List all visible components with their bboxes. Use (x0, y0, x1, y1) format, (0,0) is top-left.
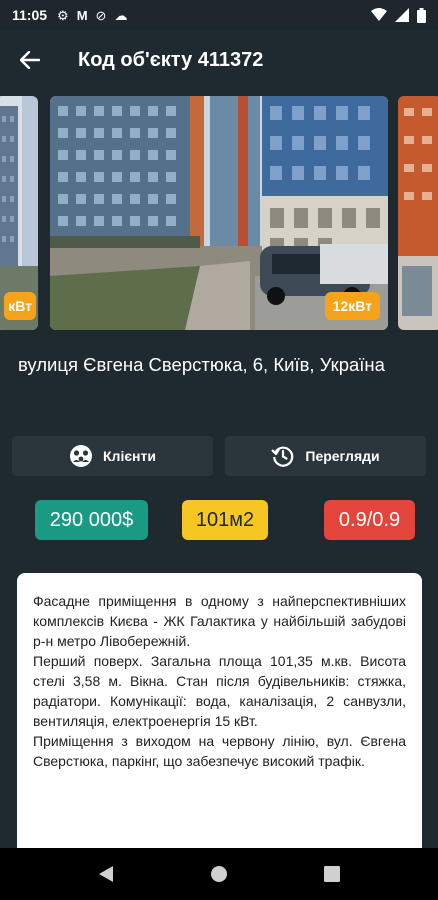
description-card: Фасадне приміщення в одному з найперспек… (17, 573, 422, 863)
clients-button-label: Клієнти (103, 448, 156, 464)
arrow-back-icon (20, 51, 40, 69)
description-paragraph: Приміщення з виходом на червону лінію, в… (33, 733, 406, 769)
page-title: Код об'єкту 411372 (78, 48, 264, 71)
info-chips: 290 000$ 101м2 0.9/0.9 (0, 500, 438, 540)
back-button[interactable] (0, 30, 60, 90)
carousel-photo[interactable]: 12кВт (50, 96, 388, 330)
description-paragraph: Перший поверх. Загальна площа 101,35 м.к… (33, 653, 406, 729)
app-bar: Код об'єкту 411372 (0, 30, 438, 90)
ratio-chip: 0.9/0.9 (324, 500, 415, 540)
sync-icon: ⊘ (95, 7, 107, 23)
clients-icon (70, 445, 92, 467)
power-badge: 12кВт (324, 292, 380, 320)
views-button[interactable]: Перегляди (225, 436, 426, 476)
description-paragraph: Фасадне приміщення в одному з найперспек… (33, 593, 406, 649)
action-row: Клієнти Перегляди (12, 436, 426, 476)
wifi-icon (371, 8, 387, 21)
property-address: вулиця Євгена Сверстюка, 6, Київ, Україн… (18, 354, 385, 375)
battery-icon (417, 7, 426, 23)
history-icon (271, 446, 294, 467)
gmail-icon: M (76, 7, 88, 23)
status-time: 11:05 (12, 7, 48, 23)
views-button-label: Перегляди (305, 448, 380, 464)
status-bar: 11:05 ⚙ M ⊘ ☁ (0, 0, 438, 30)
nav-back-icon[interactable] (98, 865, 114, 883)
price-chip: 290 000$ (35, 500, 148, 540)
system-nav-bar (0, 848, 438, 900)
signal-icon (395, 8, 409, 22)
nav-recents-icon[interactable] (324, 866, 340, 882)
area-chip: 101м2 (182, 500, 268, 540)
carousel-photo[interactable]: кВт (0, 96, 38, 330)
photo-carousel[interactable]: кВт 12кВт (0, 96, 438, 332)
power-badge: кВт (4, 292, 36, 320)
cloud-icon: ☁ (114, 7, 128, 23)
carousel-photo[interactable] (398, 96, 438, 330)
clients-button[interactable]: Клієнти (12, 436, 213, 476)
nav-home-icon[interactable] (210, 865, 228, 883)
settings-icon: ⚙ (57, 7, 69, 23)
